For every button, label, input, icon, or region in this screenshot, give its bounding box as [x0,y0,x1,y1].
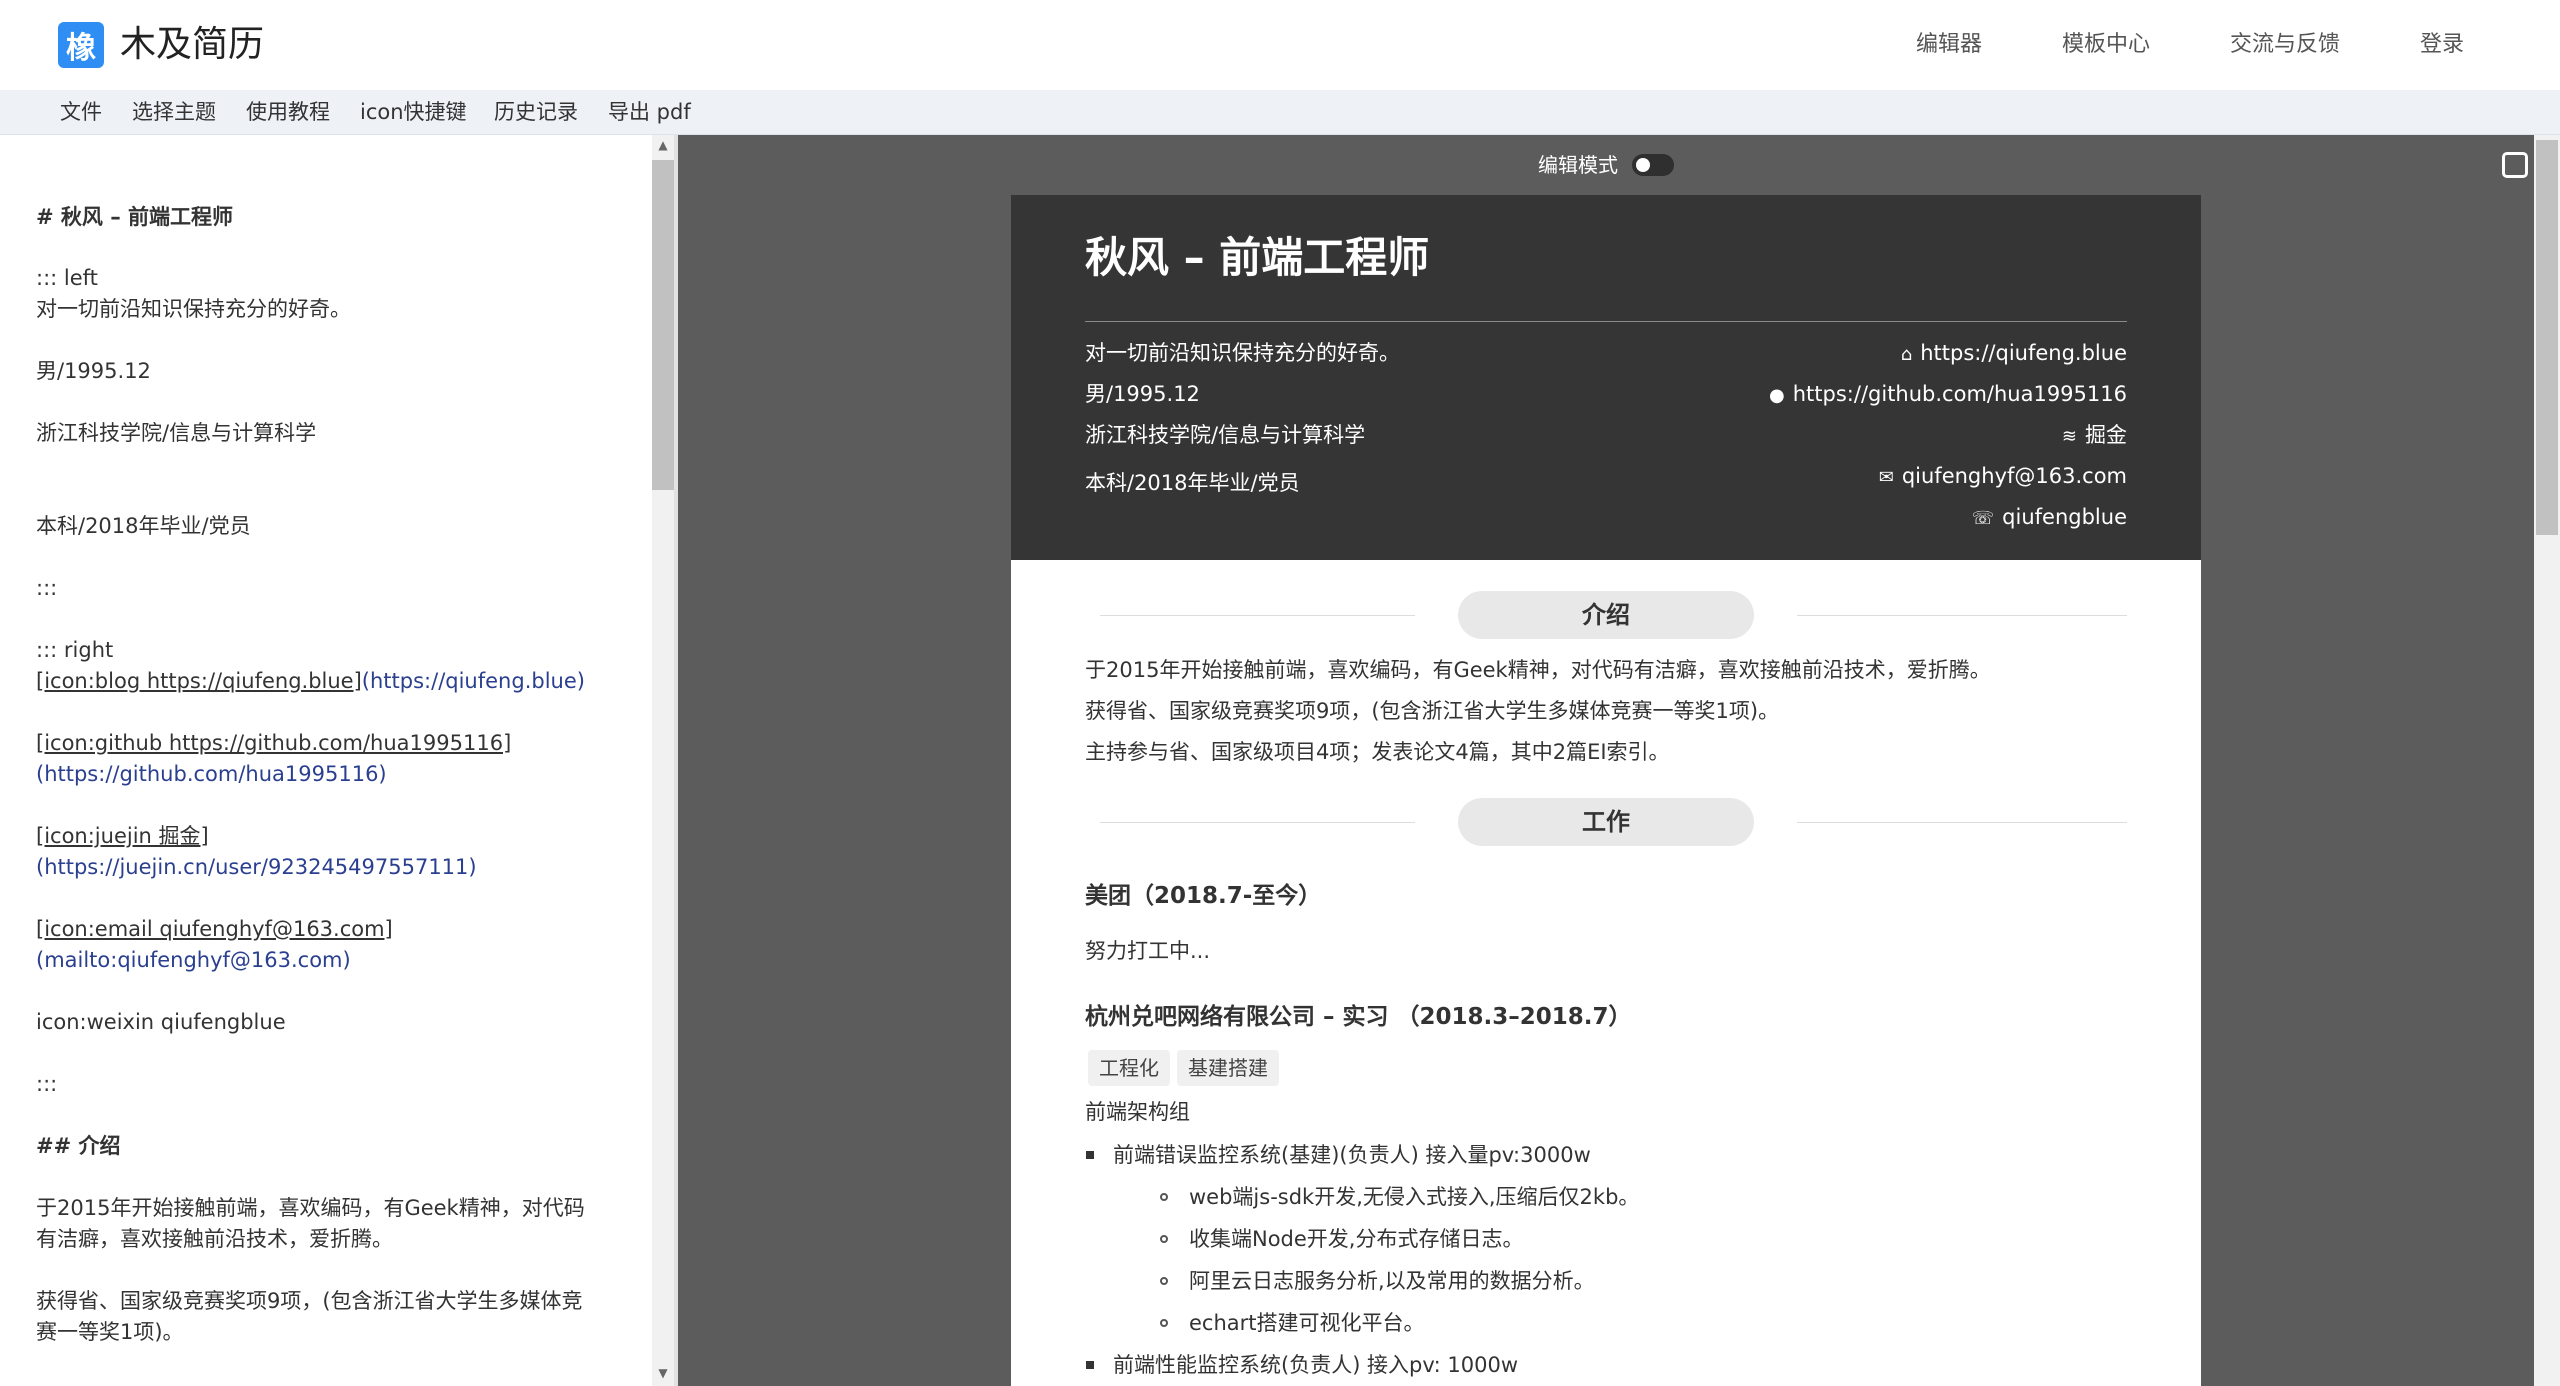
menu-icon-shortcuts[interactable]: icon快捷键 [360,90,467,134]
resume-info-line: 对一切前沿知识保持充分的好奇。 [1085,341,1400,365]
intro-line: 主持参与省、国家级项目4项；发表论文4篇，其中2篇EI索引。 [1085,740,1670,764]
job-subitem: web端js-sdk开发,无侵入式接入,压缩后仅2kb。 [1189,1185,1640,1209]
editor-line: [icon:blog https://qiufeng.blue] (https:… [36,666,585,697]
skill-tag: 工程化 [1088,1050,1170,1086]
contact-wechat[interactable]: ☏ qiufengblue [1972,502,2127,534]
editor-line: 对一切前沿知识保持充分的好奇。 [36,297,351,321]
nav-templates[interactable]: 模板中心 [2062,26,2150,64]
job-subitem: echart搭建可视化平台。 [1189,1311,1425,1335]
editor-line: [icon:juejin 掘金] [36,824,209,848]
editor-line: ## 介绍 [36,1134,121,1158]
contact-text: https://qiufeng.blue [1920,341,2127,365]
wechat-icon: ☏ [1971,508,1995,529]
scroll-down-icon[interactable]: ▼ [652,1366,674,1384]
section-rule [1100,822,1415,823]
job-subitem: 阿里云日志服务分析,以及常用的数据分析。 [1189,1269,1595,1293]
contact-text: qiufengblue [2002,505,2127,529]
editor-line: # 秋风 – 前端工程师 [36,205,234,229]
preview-scrollbar-thumb[interactable] [2536,140,2558,535]
job-group: 前端架构组 [1085,1100,1190,1124]
section-rule [1797,615,2127,616]
menu-bar: 文件 选择主题 使用教程 icon快捷键 历史记录 导出 pdf [0,90,2560,135]
resume-info-line: 本科/2018年毕业/党员 [1085,471,1300,495]
editor-line: ::: [36,576,58,600]
nav-login[interactable]: 登录 [2420,26,2464,64]
nav-links: 编辑器 模板中心 交流与反馈 登录 [1836,26,2464,64]
sub-bullet [1160,1235,1168,1243]
editor-line: 于2015年开始接触前端，喜欢编码，有Geek精神，对代码 [36,1196,585,1220]
github-icon: ● [1769,385,1785,406]
email-icon: ✉ [1878,467,1894,488]
logo-icon[interactable]: 橡 [58,22,104,68]
sub-bullet [1160,1193,1168,1201]
job-title: 美团（2018.7-至今） [1085,883,1322,909]
edit-mode-label: 编辑模式 [1538,153,1618,177]
nav-editor[interactable]: 编辑器 [1916,26,1982,64]
editor-line: (https://juejin.cn/user/923245497557111) [36,855,477,879]
editor-line: 获得省、国家级竞赛奖项9项，(包含浙江省大学生多媒体竞 [36,1289,583,1313]
top-navbar: 橡 木及简历 编辑器 模板中心 交流与反馈 登录 [0,0,2560,90]
section-title-work: 工作 [1458,798,1754,846]
header-divider [1085,321,2127,322]
editor-line: icon:weixin qiufengblue [36,1010,286,1034]
fullscreen-icon[interactable] [2502,152,2528,178]
editor-line: ::: [36,1072,58,1096]
contact-email[interactable]: ✉ qiufenghyf@163.com [1879,461,2127,493]
contact-text: qiufenghyf@163.com [1901,464,2127,488]
brand-name[interactable]: 木及简历 [120,20,264,70]
resume-info-line: 浙江科技学院/信息与计算科学 [1085,423,1366,447]
bullet [1086,1361,1094,1369]
editor-line: ::: right [36,638,114,662]
editor-line: (mailto:qiufenghyf@163.com) [36,948,351,972]
job-subitem: 收集端Node开发,分布式存储日志。 [1189,1227,1524,1251]
intro-line: 于2015年开始接触前端，喜欢编码，有Geek精神，对代码有洁癖，喜欢接触前沿技… [1085,658,1991,682]
sub-bullet [1160,1277,1168,1285]
scroll-up-icon[interactable]: ▲ [652,138,674,156]
job-title: 杭州兑吧网络有限公司 – 实习 （2018.3–2018.7） [1085,1004,1632,1030]
intro-line: 获得省、国家级竞赛奖项9项，(包含浙江省大学生多媒体竞赛一等奖1项)。 [1085,699,1780,723]
section-title-intro: 介绍 [1458,591,1754,639]
menu-file[interactable]: 文件 [60,90,102,134]
editor-line: 浙江科技学院/信息与计算科学 [36,421,317,445]
editor-scrollbar-thumb[interactable] [652,160,674,490]
bullet [1086,1151,1094,1159]
juejin-icon: ≋ [2061,426,2077,447]
contact-text: https://github.com/hua1995116 [1792,382,2127,406]
contact-github[interactable]: ● https://github.com/hua1995116 [1769,379,2127,411]
section-rule [1797,822,2127,823]
resume-info-line: 男/1995.12 [1085,382,1200,406]
section-rule [1100,615,1415,616]
sub-bullet [1160,1319,1168,1327]
contact-text: 掘金 [2085,423,2127,447]
editor-link-url: (https://qiufeng.blue) [361,669,585,693]
editor-line: ::: left [36,266,98,290]
editor-line: 本科/2018年毕业/党员 [36,514,251,538]
editor-line: [icon:email qiufenghyf@163.com] [36,917,393,941]
menu-export-pdf[interactable]: 导出 pdf [608,90,691,134]
menu-history[interactable]: 历史记录 [494,90,578,134]
editor-line: 有洁癖，喜欢接触前沿技术，爱折腾。 [36,1227,393,1251]
job-item: 前端性能监控系统(负责人) 接入pv: 1000w [1113,1353,1519,1377]
home-icon: ⌂ [1900,344,1913,365]
resume-name: 秋风 – 前端工程师 [1085,233,1430,282]
nav-feedback[interactable]: 交流与反馈 [2230,26,2340,64]
contact-blog[interactable]: ⌂ https://qiufeng.blue [1901,338,2127,370]
contact-juejin[interactable]: ≋ 掘金 [2062,420,2127,452]
editor-line: 赛一等奖1项)。 [36,1320,184,1344]
editor-line: [icon:github https://github.com/hua19951… [36,731,512,755]
toggle-knob [1636,158,1650,172]
menu-tutorial[interactable]: 使用教程 [246,90,330,134]
editor-line: 男/1995.12 [36,359,151,383]
menu-theme[interactable]: 选择主题 [132,90,216,134]
editor-line: (https://github.com/hua1995116) [36,762,387,786]
job-item: 前端错误监控系统(基建)(负责人) 接入量pv:3000w [1113,1143,1591,1167]
editor-link-label: [icon:blog https://qiufeng.blue] [36,669,362,693]
job-description: 努力打工中... [1085,939,1211,963]
skill-tag: 基建搭建 [1177,1050,1279,1086]
